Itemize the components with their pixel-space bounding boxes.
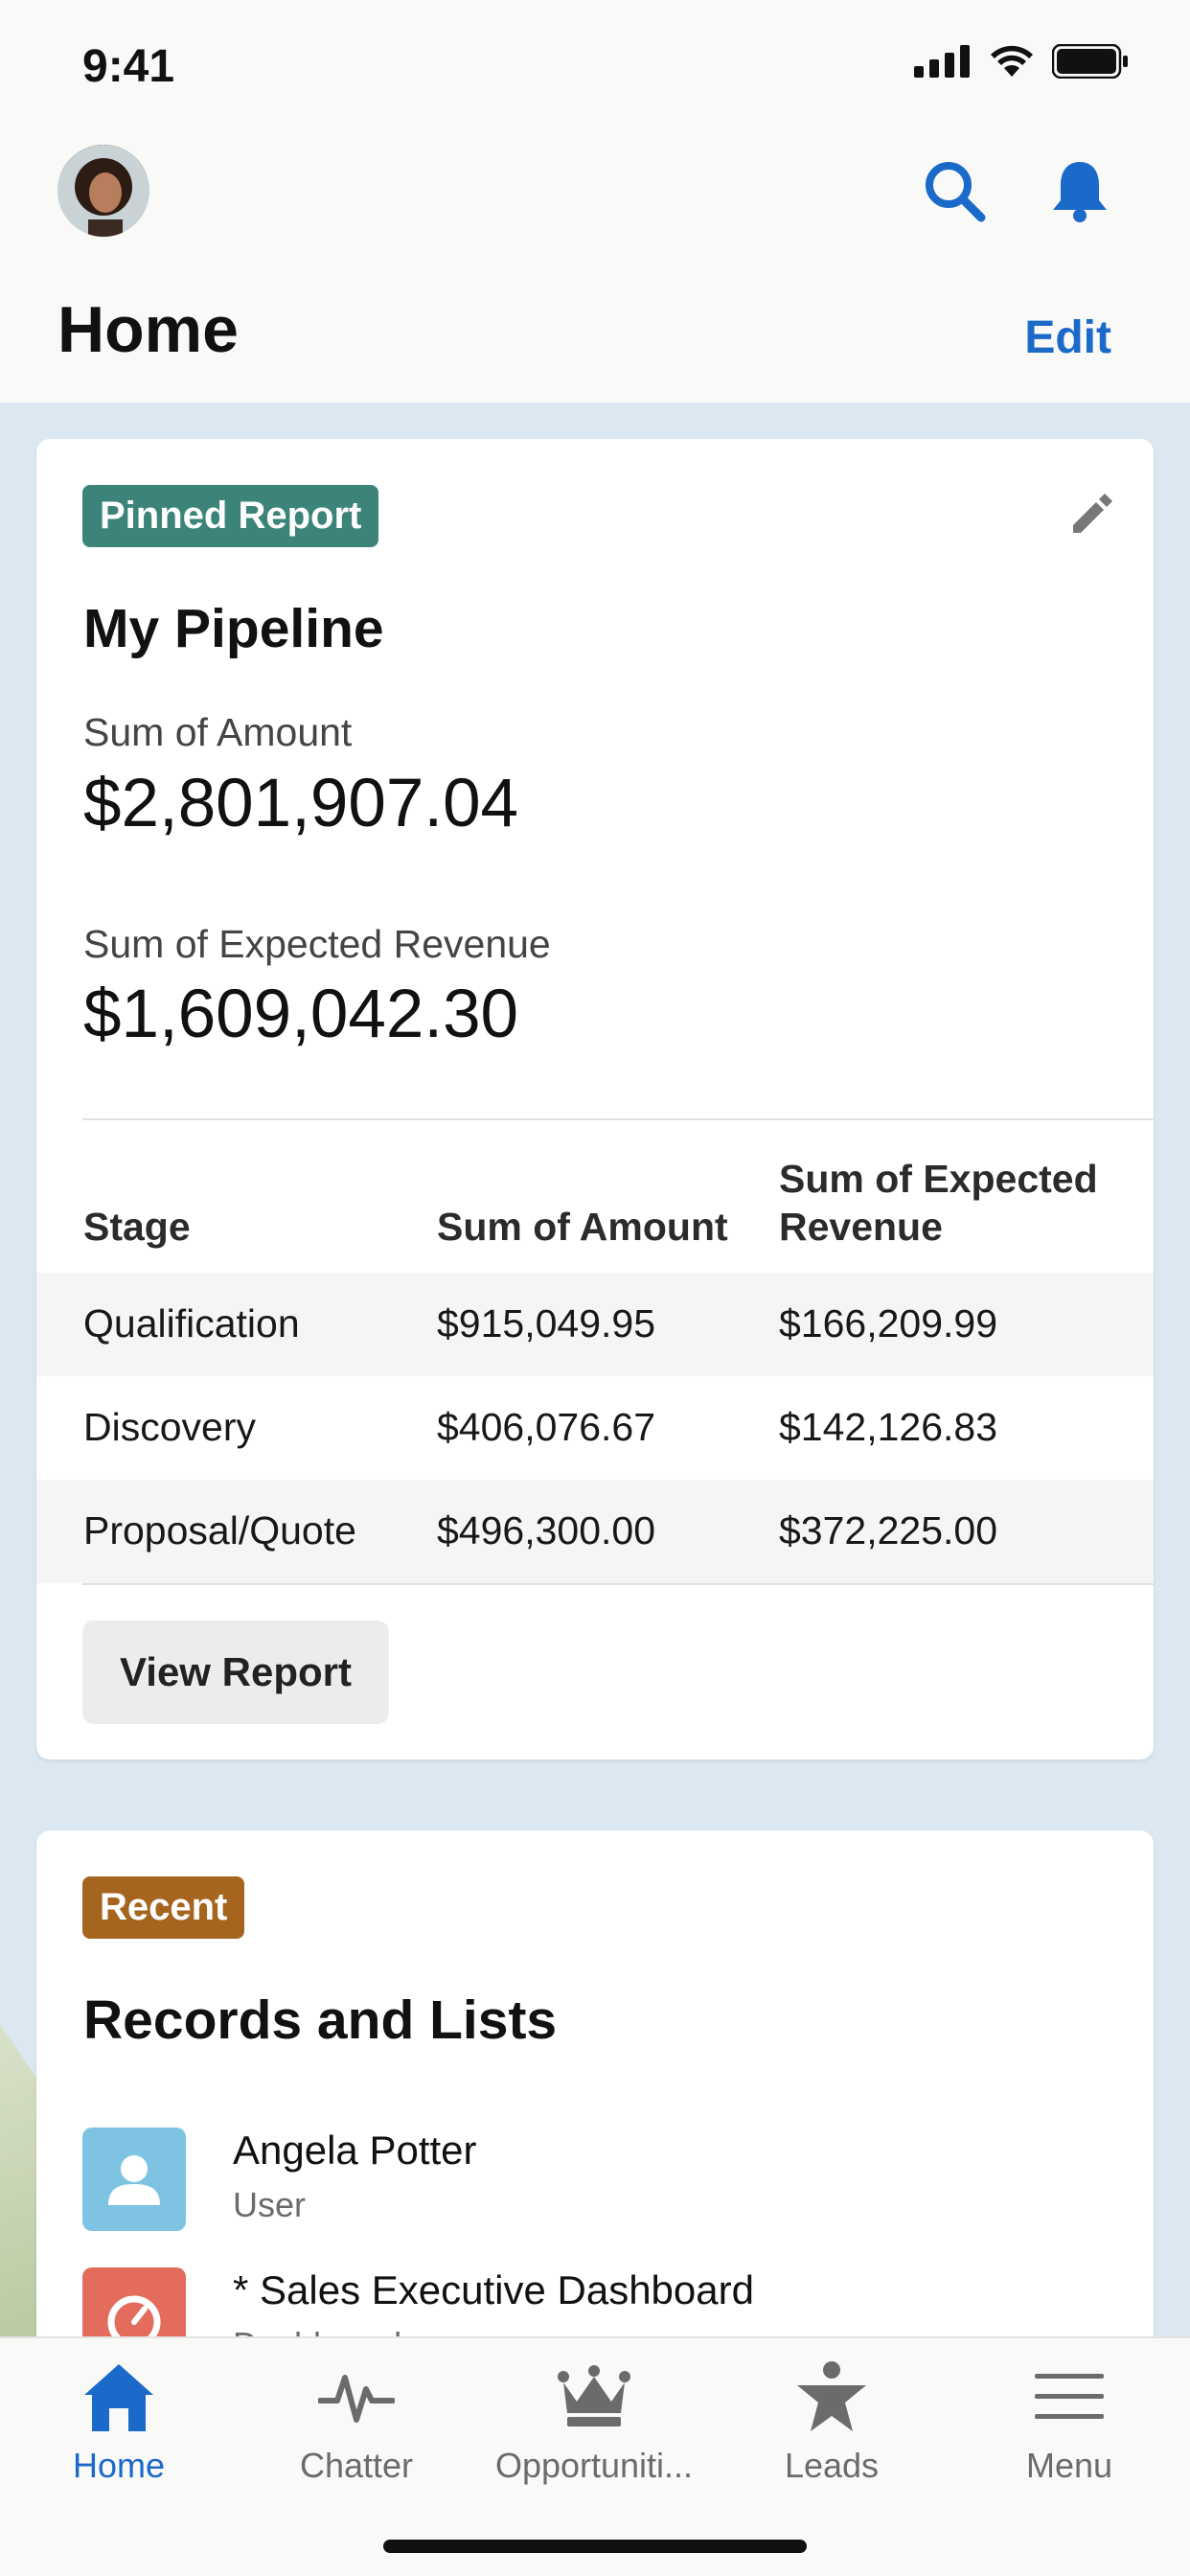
tab-chatter[interactable]: Chatter [238, 2354, 475, 2486]
table-cell-amount: $915,049.95 [437, 1301, 656, 1346]
metric-value-amount: $2,801,907.04 [83, 766, 519, 841]
divider [82, 1118, 1154, 1120]
table-row[interactable]: Qualification $915,049.95 $166,209.99 [36, 1273, 1154, 1376]
table-row[interactable]: Proposal/Quote $496,300.00 $372,225.00 [36, 1480, 1154, 1583]
pulse-icon [318, 2375, 395, 2423]
column-header-line: Revenue [779, 1205, 943, 1249]
pinned-report-badge: Pinned Report [82, 485, 379, 547]
tab-label: Menu [1025, 2446, 1113, 2485]
tab-opportunities[interactable]: Opportuniti... [475, 2354, 713, 2486]
user-icon [82, 2128, 186, 2231]
tab-leads[interactable]: Leads [713, 2354, 950, 2486]
table-cell-stage: Discovery [83, 1405, 256, 1449]
user-photo-icon [57, 145, 149, 237]
metric-label-expected-revenue: Sum of Expected Revenue [83, 922, 551, 966]
avatar[interactable] [57, 145, 149, 237]
home-indicator[interactable] [383, 2540, 807, 2553]
column-header-sum-expected-revenue: Sum of Expected Revenue [779, 1155, 1098, 1251]
wifi-icon [991, 45, 1033, 77]
column-header-sum-amount: Sum of Amount [437, 1205, 728, 1249]
battery-icon [1052, 44, 1128, 79]
status-bar: 9:41 [0, 0, 1190, 129]
pencil-edit-icon[interactable] [1067, 489, 1117, 539]
column-header-stage: Stage [83, 1205, 191, 1249]
tab-label: Opportuniti... [494, 2446, 694, 2485]
column-header-line: Sum of Expected [779, 1157, 1098, 1201]
app-header: Home Edit [0, 129, 1190, 402]
divider [82, 1583, 1154, 1585]
status-time: 9:41 [82, 41, 175, 92]
list-item[interactable]: Angela Potter User [82, 2128, 1136, 2233]
records-title: Records and Lists [83, 1990, 558, 2051]
record-name: * Sales Executive Dashboard [233, 2267, 754, 2312]
crown-icon [558, 2365, 630, 2426]
table-cell-amount: $406,076.67 [437, 1405, 656, 1449]
table-cell-expected: $166,209.99 [779, 1301, 998, 1346]
home-icon [84, 2364, 153, 2431]
search-icon[interactable] [922, 158, 987, 223]
table-cell-expected: $372,225.00 [779, 1508, 998, 1552]
tab-label: Leads [784, 2446, 880, 2485]
edit-button[interactable]: Edit [1024, 311, 1111, 364]
tab-label: Chatter [299, 2446, 414, 2485]
recent-badge: Recent [82, 1876, 245, 1939]
notifications-bell-icon[interactable] [1049, 158, 1110, 223]
table-cell-expected: $142,126.83 [779, 1405, 998, 1449]
record-type: User [233, 2185, 307, 2224]
tab-home[interactable]: Home [0, 2354, 238, 2486]
star-person-icon [797, 2361, 866, 2431]
metric-label-amount: Sum of Amount [83, 710, 353, 754]
status-icons [914, 44, 1129, 79]
table-cell-amount: $496,300.00 [437, 1508, 656, 1552]
recent-records-card: Recent Records and Lists Angela Potter U… [36, 1830, 1154, 2371]
record-name: Angela Potter [233, 2128, 477, 2173]
tab-label: Home [72, 2446, 166, 2485]
page-title: Home [57, 293, 239, 366]
tab-menu[interactable]: Menu [950, 2354, 1188, 2486]
view-report-button[interactable]: View Report [82, 1621, 389, 1724]
report-title: My Pipeline [83, 598, 384, 659]
table-cell-stage: Qualification [83, 1301, 300, 1346]
pinned-report-card: Pinned Report My Pipeline Sum of Amount … [36, 439, 1154, 1760]
table-cell-stage: Proposal/Quote [83, 1508, 356, 1552]
cellular-signal-icon [914, 45, 970, 78]
table-row[interactable]: Discovery $406,076.67 $142,126.83 [36, 1376, 1154, 1480]
metric-value-expected-revenue: $1,609,042.30 [83, 977, 519, 1052]
hamburger-icon [1035, 2374, 1104, 2419]
